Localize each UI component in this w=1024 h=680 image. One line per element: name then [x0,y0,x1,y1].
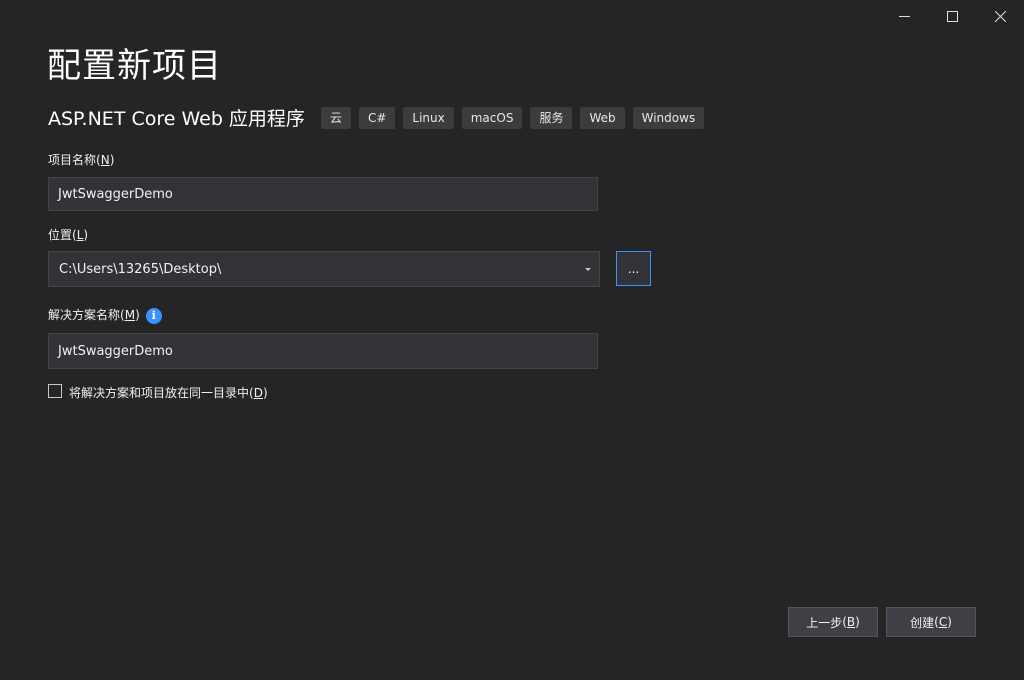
same-dir-accesskey: D [253,386,263,400]
tag-windows: Windows [632,106,705,129]
back-button[interactable]: 上一步(B) [788,607,878,637]
tag-macos: macOS [461,106,523,129]
page-title: 配置新项目 [47,46,222,86]
tag-csharp: C# [358,106,396,129]
template-tags: 云 C# Linux macOS 服务 Web Windows [320,106,705,129]
solution-name-accesskey: M [124,308,136,322]
back-accesskey: B [846,615,856,629]
tag-linux: Linux [403,106,454,129]
project-name-label-text: 项目名称 [48,153,97,167]
template-name: ASP.NET Core Web 应用程序 [48,108,305,130]
browse-label: ... [627,261,640,276]
location-value: C:\Users\13265\Desktop\ [59,261,222,277]
tag-service: 服务 [530,106,573,129]
project-name-accesskey: N [100,153,110,167]
solution-name-value: JwtSwaggerDemo [58,343,173,359]
create-button[interactable]: 创建(C) [886,607,976,637]
same-dir-option[interactable]: 将解决方案和项目放在同一目录中(D) [48,381,268,401]
minimize-button[interactable] [880,0,928,32]
back-label: 上一步 [806,615,843,630]
solution-name-label: 解决方案名称(M) i [48,306,162,324]
project-name-input[interactable]: JwtSwaggerDemo [48,177,598,211]
location-accesskey: L [76,228,84,242]
window-controls [880,0,1024,32]
close-button[interactable] [976,0,1024,32]
solution-name-label-text: 解决方案名称 [48,308,121,322]
browse-button[interactable]: ... [616,251,651,286]
location-label-text: 位置 [48,228,73,242]
create-accesskey: C [938,615,948,629]
template-header: ASP.NET Core Web 应用程序 云 C# Linux macOS 服… [48,104,705,131]
project-name-label: 项目名称(N) [48,153,115,167]
tag-cloud: 云 [320,106,351,129]
same-dir-label-text: 将解决方案和项目放在同一目录中 [69,386,250,400]
tag-web: Web [580,106,625,129]
close-icon [994,10,1006,22]
project-name-value: JwtSwaggerDemo [58,186,173,202]
location-combobox[interactable]: C:\Users\13265\Desktop\ [48,251,600,287]
minimize-icon [898,15,910,17]
same-dir-checkbox[interactable] [48,384,62,398]
create-label: 创建 [910,615,935,630]
info-icon[interactable]: i [145,307,162,324]
same-dir-label: 将解决方案和项目放在同一目录中(D) [69,386,268,400]
maximize-icon [946,10,958,22]
solution-name-input[interactable]: JwtSwaggerDemo [48,333,598,369]
chevron-down-icon[interactable] [585,267,591,271]
location-label: 位置(L) [48,228,89,242]
maximize-button[interactable] [928,0,976,32]
